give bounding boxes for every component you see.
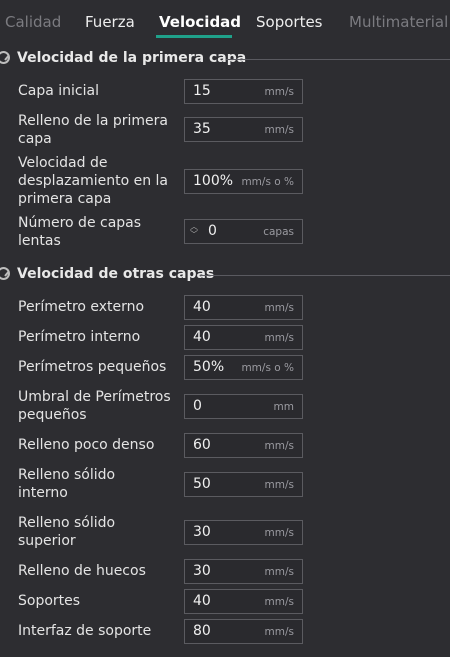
field-unit: mm/s xyxy=(264,124,294,136)
section-other-layers-speed: Velocidad de otras capas xyxy=(0,266,450,286)
tab-fuerza[interactable]: Fuerza xyxy=(85,13,135,31)
setting-label: Perímetros pequeños xyxy=(18,359,167,375)
tab-velocidad[interactable]: Velocidad xyxy=(159,13,241,31)
field-unit: mm/s xyxy=(264,440,294,452)
field-value: 40 xyxy=(193,329,211,345)
relleno-poco-denso-input[interactable]: 60 mm/s xyxy=(184,433,303,458)
setting-label: Interfaz de soporte xyxy=(18,623,152,639)
field-unit: mm/s xyxy=(264,566,294,578)
perimetro-externo-input[interactable]: 40 mm/s xyxy=(184,295,303,320)
relleno-solido-interno-input[interactable]: 50 mm/s xyxy=(184,472,303,497)
field-unit: capas xyxy=(263,226,294,238)
tab-calidad[interactable]: Calidad xyxy=(5,13,61,31)
speedometer-icon xyxy=(0,51,10,64)
relleno-huecos-input[interactable]: 30 mm/s xyxy=(184,559,303,584)
tab-bar: Calidad Fuerza Velocidad Soportes Multim… xyxy=(0,0,450,38)
field-unit: mm/s xyxy=(264,596,294,608)
relleno-solido-superior-input[interactable]: 30 mm/s xyxy=(184,520,303,545)
field-unit: mm/s xyxy=(264,332,294,344)
section-title: Velocidad de la primera capa xyxy=(17,50,247,66)
field-value: 60 xyxy=(193,437,211,453)
section-first-layer-speed: Velocidad de la primera capa xyxy=(0,50,450,70)
chevron-down-icon[interactable]: ﹀ xyxy=(189,231,199,239)
setting-label: Soportes xyxy=(18,593,81,609)
setting-label: Relleno poco denso xyxy=(18,437,155,453)
setting-label: Relleno sólido superior xyxy=(18,515,116,549)
field-value: 50% xyxy=(193,359,225,375)
capas-lentas-spinner[interactable]: ︿ ﹀ 0 capas xyxy=(184,219,303,244)
field-unit: mm/s o % xyxy=(241,362,294,374)
setting-label: Velocidad de desplazamiento en la primer… xyxy=(18,155,169,207)
field-unit: mm/s xyxy=(264,86,294,98)
setting-label: Perímetro interno xyxy=(18,329,141,345)
field-value: 35 xyxy=(193,121,211,137)
field-value: 15 xyxy=(193,83,211,99)
field-value: 30 xyxy=(193,563,211,579)
umbral-perimetros-input[interactable]: 0 mm xyxy=(184,394,303,419)
setting-label: Perímetro externo xyxy=(18,299,145,315)
field-unit: mm/s o % xyxy=(241,176,294,188)
field-value: 40 xyxy=(193,299,211,315)
setting-label: Número de capas lentas xyxy=(18,215,142,249)
field-value: 40 xyxy=(193,593,211,609)
speedometer-icon xyxy=(0,267,10,280)
active-tab-indicator xyxy=(156,35,232,38)
field-value: 0 xyxy=(208,223,217,239)
relleno-primera-capa-input[interactable]: 35 mm/s xyxy=(184,117,303,142)
section-divider xyxy=(226,59,450,60)
setting-label: Relleno sólido interno xyxy=(18,467,116,501)
soportes-input[interactable]: 40 mm/s xyxy=(184,589,303,614)
spin-arrows[interactable]: ︿ ﹀ xyxy=(189,223,199,240)
tab-multimaterial[interactable]: Multimaterial xyxy=(349,13,448,31)
setting-label: Relleno de la primera capa xyxy=(18,113,168,147)
field-value: 50 xyxy=(193,476,211,492)
interfaz-soporte-input[interactable]: 80 mm/s xyxy=(184,619,303,644)
perimetros-pequenos-input[interactable]: 50% mm/s o % xyxy=(184,355,303,380)
field-unit: mm/s xyxy=(264,479,294,491)
setting-label: Capa inicial xyxy=(18,83,99,99)
field-unit: mm/s xyxy=(264,302,294,314)
field-value: 30 xyxy=(193,524,211,540)
capa-inicial-input[interactable]: 15 mm/s xyxy=(184,79,303,104)
tab-soportes[interactable]: Soportes xyxy=(256,13,323,31)
section-title: Velocidad de otras capas xyxy=(17,266,215,282)
field-value: 80 xyxy=(193,623,211,639)
field-unit: mm xyxy=(273,401,294,413)
setting-label: Umbral de Perímetros pequeños xyxy=(18,389,171,423)
section-divider xyxy=(200,275,450,276)
field-unit: mm/s xyxy=(264,626,294,638)
perimetro-interno-input[interactable]: 40 mm/s xyxy=(184,325,303,350)
setting-label: Relleno de huecos xyxy=(18,563,146,579)
field-unit: mm/s xyxy=(264,527,294,539)
desplazamiento-primera-capa-input[interactable]: 100% mm/s o % xyxy=(184,169,303,194)
field-value: 100% xyxy=(193,173,234,189)
field-value: 0 xyxy=(193,398,202,414)
